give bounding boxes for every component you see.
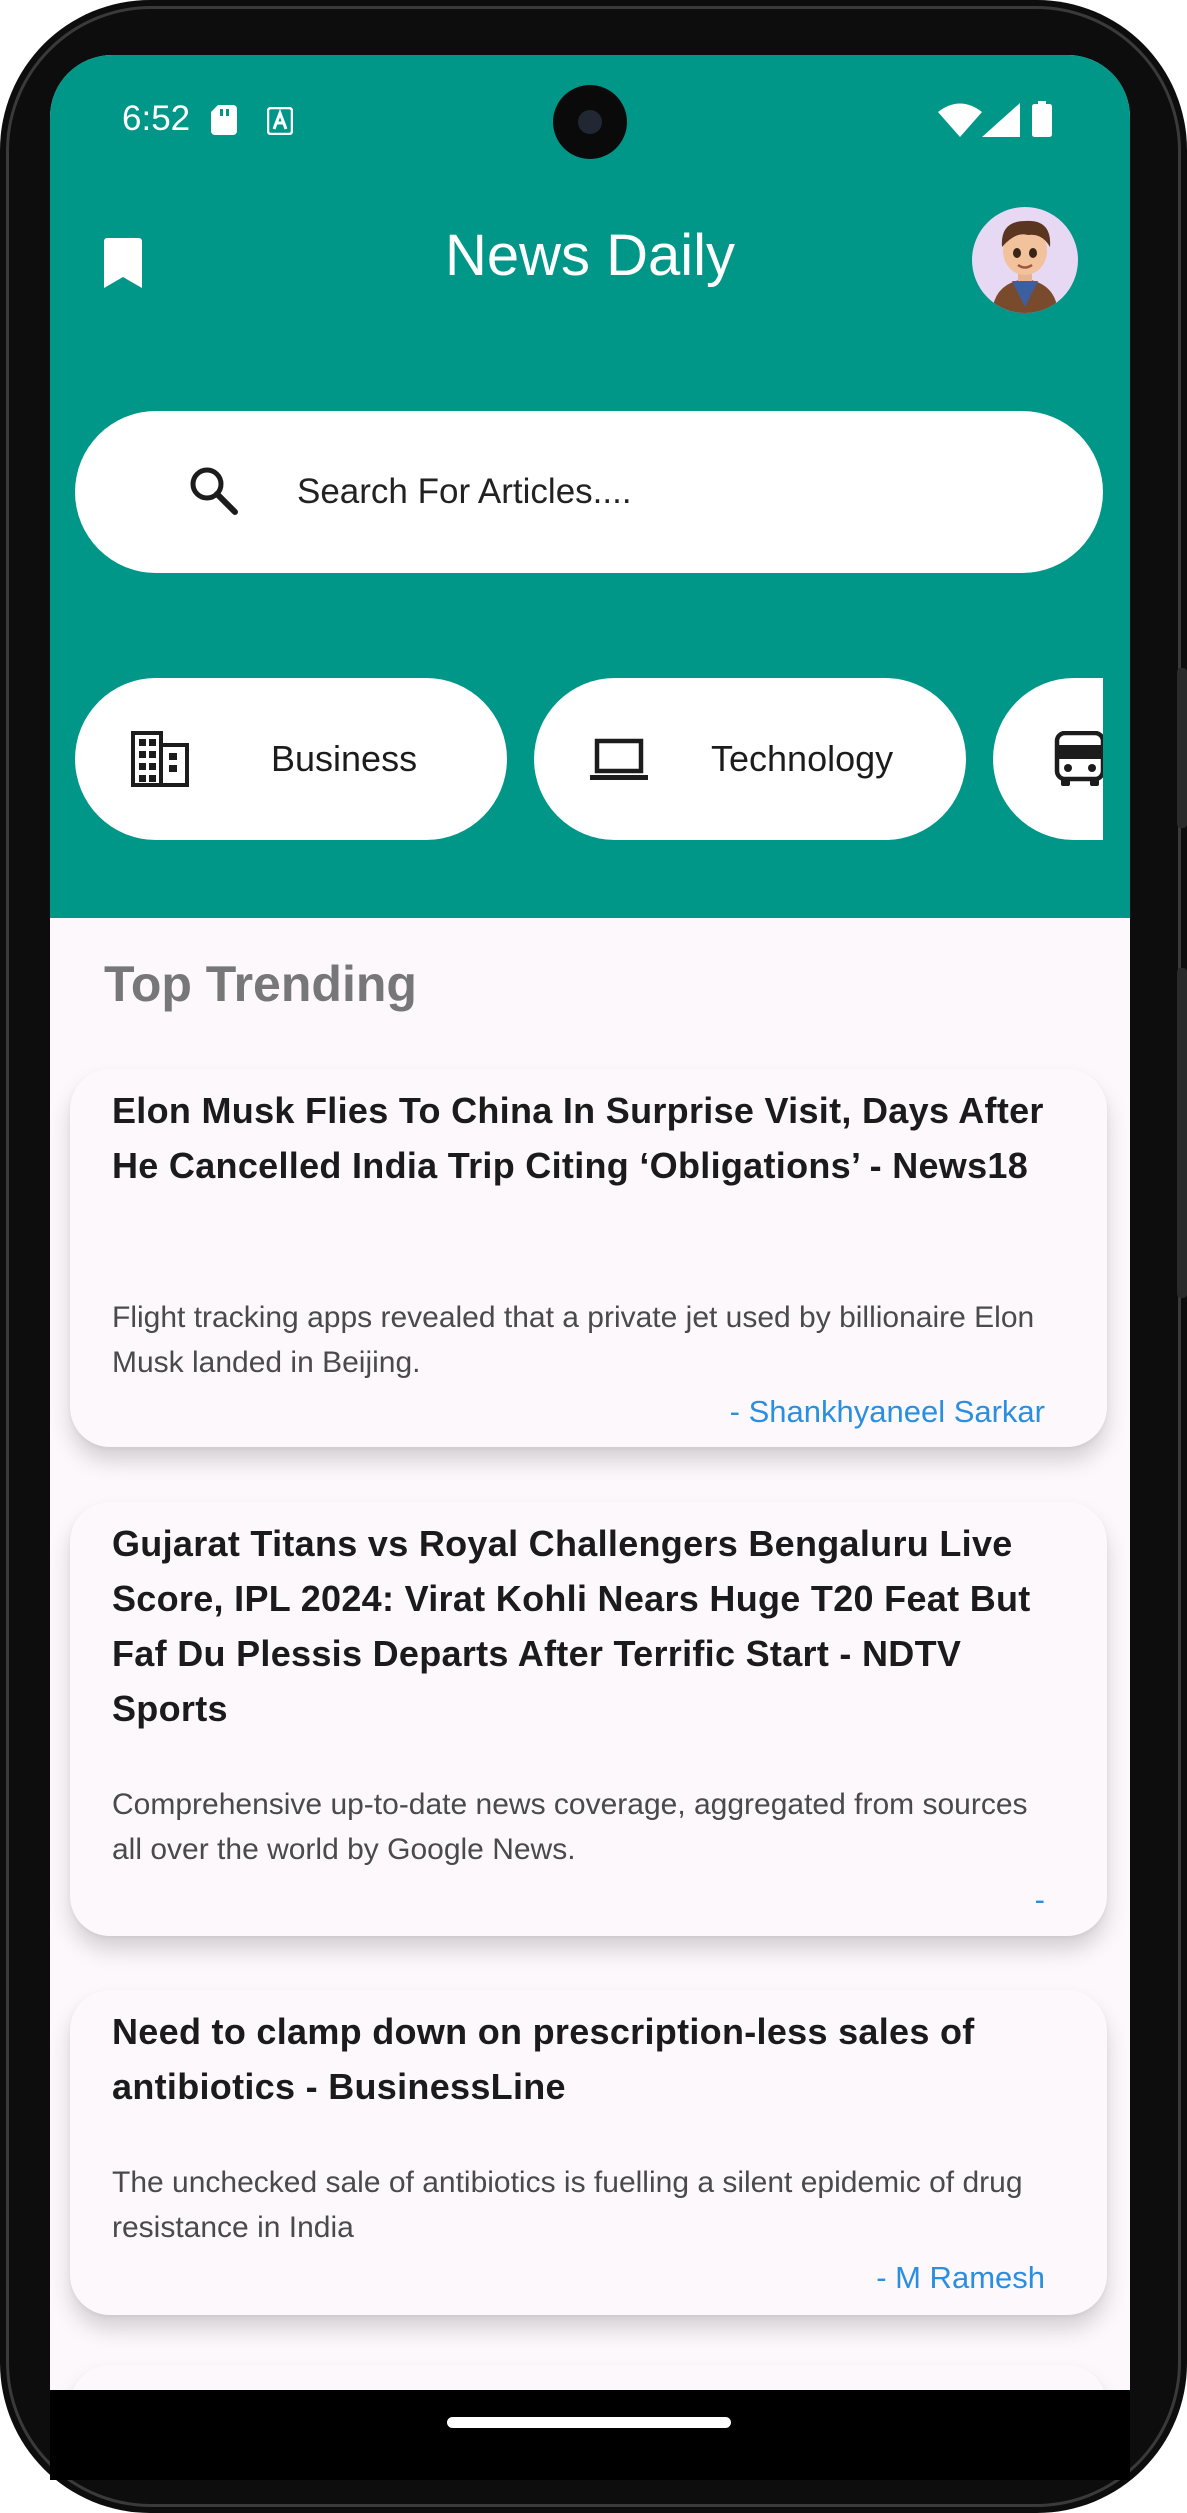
a-notification-icon (267, 107, 293, 135)
category-list[interactable]: Business Technology (75, 678, 1103, 840)
category-label-technology: Technology (711, 738, 894, 779)
app-screen: 6:52 News Daily Search For Articles.... … (50, 55, 1130, 2390)
article-title: Elon Musk Flies To China In Surprise Vis… (112, 1090, 1044, 1186)
article-description: Flight tracking apps revealed that a pri… (112, 1301, 1035, 1379)
wifi-icon (938, 103, 982, 137)
article-author[interactable]: - (1035, 1882, 1045, 1918)
article-card-partial[interactable] (70, 2365, 1107, 2390)
building-icon (131, 731, 189, 787)
article-card[interactable]: Need to clamp down on prescription-less … (70, 1990, 1107, 2315)
article-card[interactable]: Gujarat Titans vs Royal Challengers Beng… (70, 1502, 1107, 1936)
laptop-icon (590, 738, 648, 780)
search-input[interactable] (295, 451, 1059, 533)
user-avatar[interactable] (972, 207, 1078, 313)
search-icon (190, 467, 238, 515)
category-label-business: Business (271, 738, 418, 779)
article-author[interactable]: - Shankhyaneel Sarkar (730, 1394, 1045, 1430)
article-author[interactable]: - M Ramesh (876, 2260, 1045, 2296)
gesture-bar-area (50, 2390, 1130, 2480)
article-title: Gujarat Titans vs Royal Challengers Beng… (112, 1523, 1031, 1729)
home-gesture-bar[interactable] (447, 2417, 731, 2428)
battery-icon (1032, 101, 1052, 137)
article-description: Comprehensive up-to-date news coverage, … (112, 1788, 1028, 1866)
signal-icon (982, 103, 1020, 137)
search-bar[interactable] (75, 411, 1103, 573)
article-description: The unchecked sale of antibiotics is fue… (112, 2166, 1023, 2244)
section-title: Top Trending (104, 956, 417, 1012)
sd-card-icon (211, 105, 237, 135)
article-title: Need to clamp down on prescription-less … (112, 2011, 975, 2107)
front-camera (553, 85, 627, 159)
bus-icon (1054, 731, 1103, 786)
category-chip-transport[interactable] (993, 678, 1103, 840)
status-bar: 6:52 (50, 55, 1130, 159)
avatar-illustration (992, 220, 1058, 313)
app-header: 6:52 News Daily Search For Articles.... … (50, 55, 1130, 918)
power-button (1177, 968, 1187, 1298)
volume-button (1177, 668, 1187, 828)
category-chip-business[interactable]: Business (75, 678, 507, 840)
article-card[interactable]: Elon Musk Flies To China In Surprise Vis… (70, 1069, 1107, 1447)
status-time: 6:52 (122, 99, 191, 138)
category-chip-technology[interactable]: Technology (534, 678, 966, 840)
app-title: News Daily (444, 223, 736, 288)
